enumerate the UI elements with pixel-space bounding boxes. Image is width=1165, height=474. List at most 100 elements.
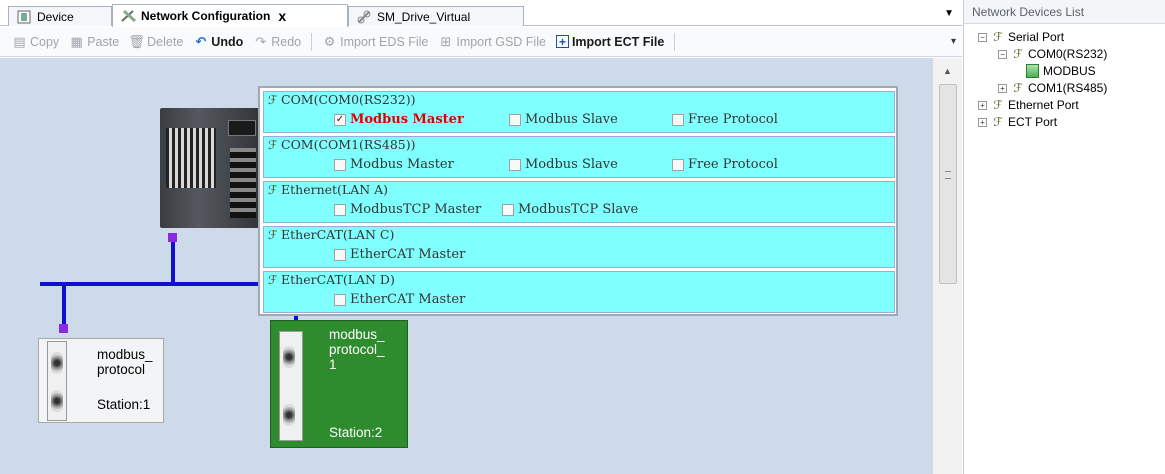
option-label: Free Protocol bbox=[688, 112, 778, 127]
device-card-station-2[interactable]: modbus_ protocol_ 1 Station:2 bbox=[270, 320, 408, 448]
com0-modbus-slave-checkbox[interactable]: Modbus Slave bbox=[509, 112, 618, 127]
plug-icon: ℱ bbox=[993, 115, 1003, 129]
device-station: Station:1 bbox=[97, 397, 151, 412]
delete-button[interactable]: 🗑 Delete bbox=[128, 33, 184, 49]
import-eds-button[interactable]: ⚙ Import EDS File bbox=[322, 33, 429, 49]
trash-icon: 🗑 bbox=[128, 33, 145, 49]
delete-label: Delete bbox=[147, 34, 184, 49]
device-card-station-1[interactable]: modbus_ protocol Station:1 bbox=[38, 338, 164, 423]
scroll-up-arrow-icon[interactable]: ▲ bbox=[943, 66, 952, 76]
collapse-icon[interactable]: − bbox=[978, 32, 987, 42]
option-label: EtherCAT Master bbox=[350, 247, 466, 262]
lan-d-ethercat-master-checkbox[interactable]: EtherCAT Master bbox=[334, 292, 465, 307]
plug-icon: ℱ bbox=[1013, 47, 1023, 61]
tab-sm-drive-virtual[interactable]: SM_Drive_Virtual bbox=[348, 6, 524, 26]
panel-title: Network Devices List bbox=[964, 0, 1165, 24]
toolbar-separator bbox=[674, 32, 676, 51]
com0-free-protocol-checkbox[interactable]: Free Protocol bbox=[672, 112, 778, 127]
plug-icon: ℱ bbox=[993, 98, 1003, 112]
import-ect-label: Import ECT File bbox=[571, 34, 665, 49]
app-window: Device Network Configuration x SM_Drive_… bbox=[0, 0, 1165, 474]
tree-node-com0[interactable]: − ℱ COM0(RS232) bbox=[998, 47, 1107, 61]
redo-button[interactable]: ↷ Redo bbox=[253, 34, 301, 49]
expand-icon[interactable]: + bbox=[998, 83, 1007, 93]
group-title-text: COM(COM0(RS232)) bbox=[281, 92, 416, 107]
paste-label: Paste bbox=[87, 34, 120, 49]
serial-connector-icon bbox=[283, 404, 295, 426]
copy-button[interactable]: ▤ Copy bbox=[12, 34, 59, 49]
option-label: ModbusTCP Master bbox=[350, 202, 482, 217]
com1-free-protocol-checkbox[interactable]: Free Protocol bbox=[672, 157, 778, 172]
option-label: ModbusTCP Slave bbox=[518, 202, 639, 217]
network-devices-tree: − ℱ Serial Port − ℱ COM0(RS232) MODBUS +… bbox=[964, 24, 1165, 129]
com1-modbus-slave-checkbox[interactable]: Modbus Slave bbox=[509, 157, 618, 172]
serial-connector-icon bbox=[51, 352, 63, 374]
checkbox-checked-icon: ✓ bbox=[334, 113, 346, 126]
modbus-device-icon bbox=[1026, 64, 1039, 78]
paste-icon: ▦ bbox=[70, 33, 83, 49]
config-group-title: ℱ COM(COM1(RS485)) bbox=[268, 137, 416, 152]
tab-network-configuration[interactable]: Network Configuration x bbox=[112, 4, 348, 27]
plc-controller-image[interactable] bbox=[160, 108, 270, 228]
plus-box-icon: + bbox=[555, 35, 569, 49]
network-config-icon bbox=[121, 9, 137, 23]
group-title-text: EtherCAT(LAN D) bbox=[281, 272, 395, 287]
undo-label: Undo bbox=[211, 34, 244, 49]
expand-icon[interactable]: + bbox=[978, 117, 987, 127]
tab-label: SM_Drive_Virtual bbox=[377, 9, 471, 24]
redo-icon: ↷ bbox=[255, 33, 267, 49]
checkbox-icon bbox=[334, 203, 346, 216]
copy-label: Copy bbox=[30, 34, 60, 49]
group-title-text: Ethernet(LAN A) bbox=[281, 182, 389, 197]
canvas-vertical-scrollbar[interactable]: ▲ bbox=[932, 58, 962, 474]
config-group-title: ℱ COM(COM0(RS232)) bbox=[268, 92, 416, 107]
port-protocol-config-panel: ℱ COM(COM0(RS232)) ✓ Modbus Master Modbus … bbox=[258, 86, 898, 316]
tree-node-ect-port[interactable]: + ℱ ECT Port bbox=[978, 115, 1057, 129]
collapse-icon[interactable]: − bbox=[998, 49, 1007, 59]
tab-list-dropdown-button[interactable]: ▼ bbox=[944, 8, 954, 19]
com0-modbus-master-checkbox[interactable]: ✓ Modbus Master bbox=[334, 112, 464, 127]
toolbar-overflow-button[interactable]: ▾ bbox=[951, 36, 956, 47]
config-group-lan-d: ℱ EtherCAT(LAN D) EtherCAT Master bbox=[263, 271, 895, 313]
close-tab-button[interactable]: x bbox=[278, 8, 286, 24]
import-gsd-button[interactable]: ⊞ Import GSD File bbox=[438, 34, 546, 49]
scrollbar-thumb[interactable] bbox=[939, 84, 957, 284]
serial-module-image bbox=[279, 331, 303, 441]
lan-a-modbustcp-slave-checkbox[interactable]: ModbusTCP Slave bbox=[502, 202, 638, 217]
lan-c-ethercat-master-checkbox[interactable]: EtherCAT Master bbox=[334, 247, 465, 262]
import-eds-label: Import EDS File bbox=[340, 34, 429, 49]
tab-device[interactable]: Device bbox=[8, 6, 112, 26]
option-label: Free Protocol bbox=[688, 157, 778, 172]
device-station: Station:2 bbox=[329, 425, 383, 440]
checkbox-icon bbox=[334, 158, 346, 171]
option-label: Modbus Master bbox=[350, 112, 464, 127]
com1-modbus-master-checkbox[interactable]: Modbus Master bbox=[334, 157, 454, 172]
plc-ports bbox=[230, 148, 256, 218]
config-group-com0: ℱ COM(COM0(RS232)) ✓ Modbus Master Modbus … bbox=[263, 91, 895, 133]
tree-node-serial-port[interactable]: − ℱ Serial Port bbox=[978, 30, 1064, 44]
import-ect-button[interactable]: + Import ECT File bbox=[555, 34, 665, 49]
serial-connector-icon bbox=[51, 390, 63, 412]
plc-display bbox=[228, 120, 256, 136]
tree-node-label: MODBUS bbox=[1043, 64, 1096, 78]
checkbox-icon bbox=[672, 113, 684, 126]
checkbox-icon bbox=[672, 158, 684, 171]
tree-node-label: ECT Port bbox=[1008, 115, 1058, 129]
tree-node-ethernet-port[interactable]: + ℱ Ethernet Port bbox=[978, 98, 1079, 112]
plc-connection-node[interactable] bbox=[168, 233, 177, 242]
tree-node-label: COM0(RS232) bbox=[1028, 47, 1108, 61]
gear-icon: ⚙ bbox=[323, 33, 336, 49]
tree-node-modbus[interactable]: MODBUS bbox=[1026, 64, 1096, 78]
plug-icon: ℱ bbox=[1013, 81, 1023, 95]
plug-icon: ℱ bbox=[268, 228, 278, 242]
paste-button[interactable]: ▦ Paste bbox=[69, 33, 120, 49]
device-icon bbox=[17, 10, 31, 24]
expand-icon[interactable]: + bbox=[978, 100, 987, 110]
config-group-title: ℱ EtherCAT(LAN D) bbox=[268, 272, 395, 287]
checkbox-icon bbox=[334, 248, 346, 261]
group-title-text: COM(COM1(RS485)) bbox=[281, 137, 416, 152]
lan-a-modbustcp-master-checkbox[interactable]: ModbusTCP Master bbox=[334, 202, 481, 217]
undo-button[interactable]: ↶ Undo bbox=[193, 34, 243, 49]
tree-node-com1[interactable]: + ℱ COM1(RS485) bbox=[998, 81, 1107, 95]
device1-connection-node[interactable] bbox=[59, 324, 68, 333]
